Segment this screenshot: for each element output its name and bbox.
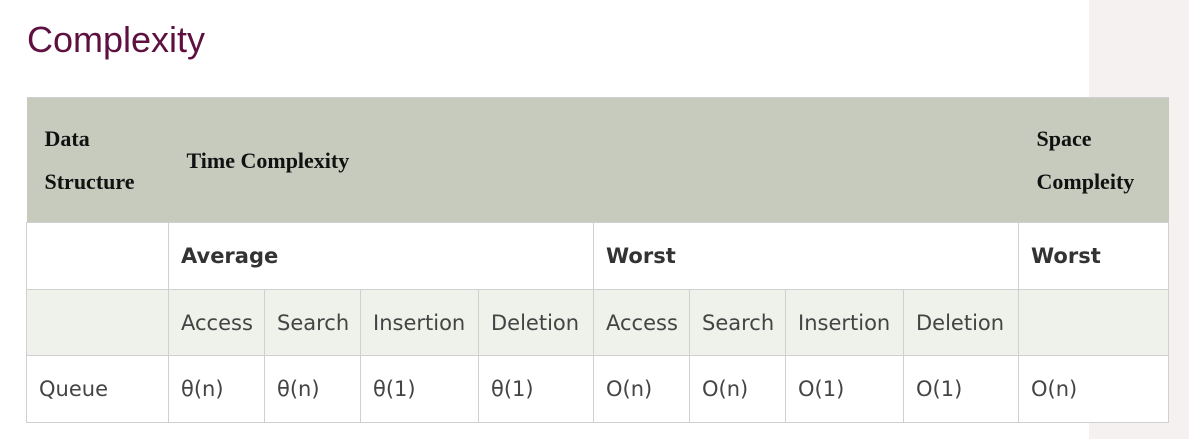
case-worst-space: Worst	[1018, 222, 1169, 290]
operation-cell	[1018, 289, 1169, 356]
table-cell: θ(n)	[264, 355, 361, 423]
complexity-table: Data Structure Time Complexity Space Com…	[26, 97, 1169, 423]
table-cell: O(n)	[593, 355, 690, 423]
table-cell: θ(n)	[168, 355, 265, 423]
header-time-complexity: Time Complexity	[168, 97, 1019, 223]
header-data-structure: Data Structure	[26, 97, 169, 223]
table-cell: O(n)	[1018, 355, 1169, 423]
case-worst-time: Worst	[593, 222, 1019, 290]
operation-cell: Insertion	[360, 289, 479, 356]
case-row: Average Worst Worst	[26, 222, 1169, 290]
header-space-complexity: Space Compleity	[1018, 97, 1169, 223]
operation-cell: Access	[168, 289, 265, 356]
table-cell: O(n)	[689, 355, 786, 423]
table-cell: O(1)	[903, 355, 1019, 423]
operation-cell: Deletion	[478, 289, 594, 356]
operation-cell: Deletion	[903, 289, 1019, 356]
operations-row: Access Search Insertion Deletion Access …	[26, 289, 1169, 356]
case-empty-cell	[26, 222, 169, 290]
page-title: Complexity	[27, 19, 206, 60]
table-header-row: Data Structure Time Complexity Space Com…	[26, 97, 1169, 223]
table-row: Queue θ(n) θ(n) θ(1) θ(1) O(n) O(n) O(1)…	[26, 355, 1169, 423]
operation-cell	[26, 289, 169, 356]
operation-cell: Access	[593, 289, 690, 356]
row-name-queue: Queue	[26, 355, 169, 423]
table-cell: O(1)	[785, 355, 904, 423]
case-average: Average	[168, 222, 594, 290]
operation-cell: Search	[264, 289, 361, 356]
operation-cell: Insertion	[785, 289, 904, 356]
operation-cell: Search	[689, 289, 786, 356]
table-cell: θ(1)	[478, 355, 594, 423]
table-cell: θ(1)	[360, 355, 479, 423]
